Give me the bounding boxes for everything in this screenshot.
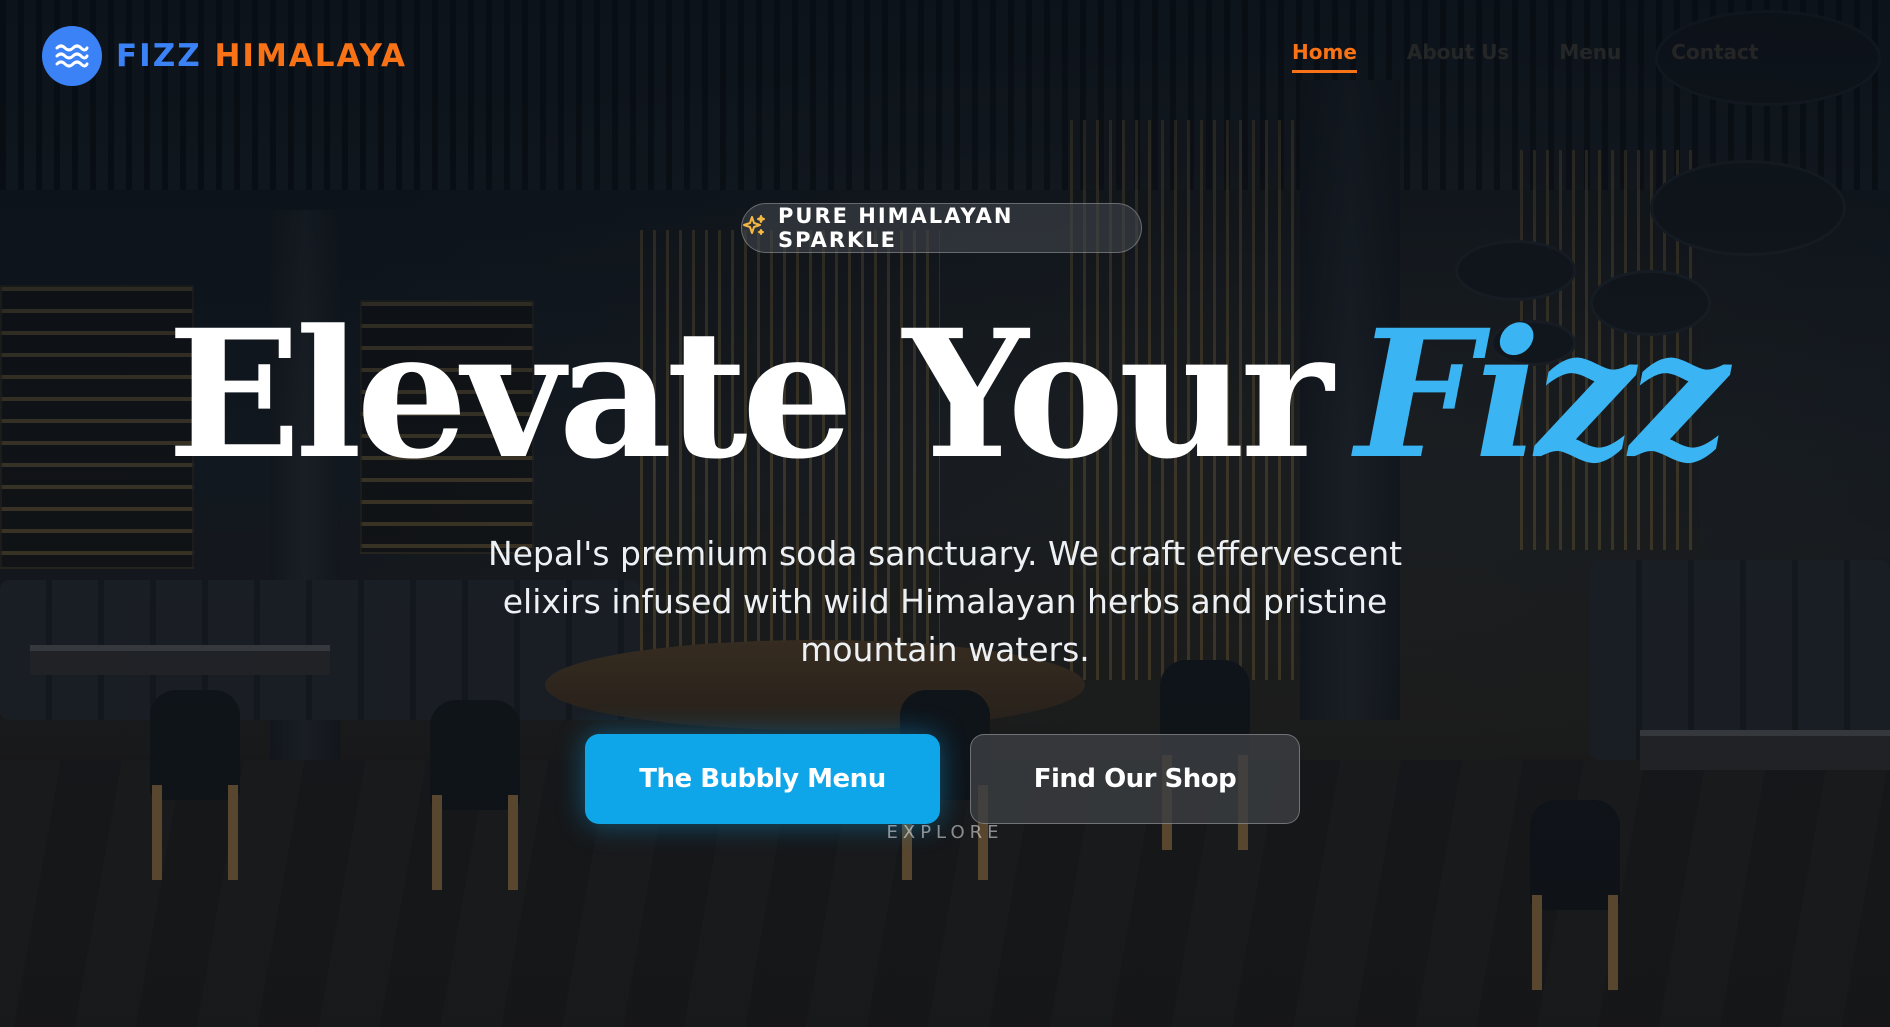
hero-subtitle: Nepal's premium soda sanctuary. We craft…: [487, 534, 1403, 669]
hero-badge: PURE HIMALAYAN SPARKLE: [741, 203, 1142, 253]
scroll-hint[interactable]: EXPLORE: [0, 822, 1890, 843]
nav-item-menu[interactable]: Menu: [1559, 40, 1621, 73]
dark-overlay: [0, 0, 1890, 1027]
brand-name-part2: HIMALAYA: [214, 38, 408, 74]
brand-name-part1: FIZZ: [116, 38, 202, 74]
hero-section: FIZZ HIMALAYA Home About Us Menu Contact…: [0, 0, 1890, 1027]
hero-badge-text: PURE HIMALAYAN SPARKLE: [778, 204, 1014, 252]
main-nav: Home About Us Menu Contact: [1292, 40, 1758, 73]
brand-name: FIZZ HIMALAYA: [116, 38, 407, 74]
find-shop-button[interactable]: Find Our Shop: [970, 734, 1300, 824]
hero-headline-accent: Fizz: [1355, 291, 1729, 498]
waves-icon: [42, 26, 102, 86]
nav-item-about[interactable]: About Us: [1407, 40, 1509, 73]
menu-button[interactable]: The Bubbly Menu: [585, 734, 940, 824]
hero-headline-main: Elevate Your: [167, 291, 1333, 498]
nav-item-contact[interactable]: Contact: [1671, 40, 1758, 73]
brand-logo[interactable]: FIZZ HIMALAYA: [42, 26, 407, 86]
hero-headline: Elevate Your Fizz: [0, 300, 1890, 490]
sparkles-icon: [742, 214, 766, 243]
nav-item-home[interactable]: Home: [1292, 40, 1357, 73]
